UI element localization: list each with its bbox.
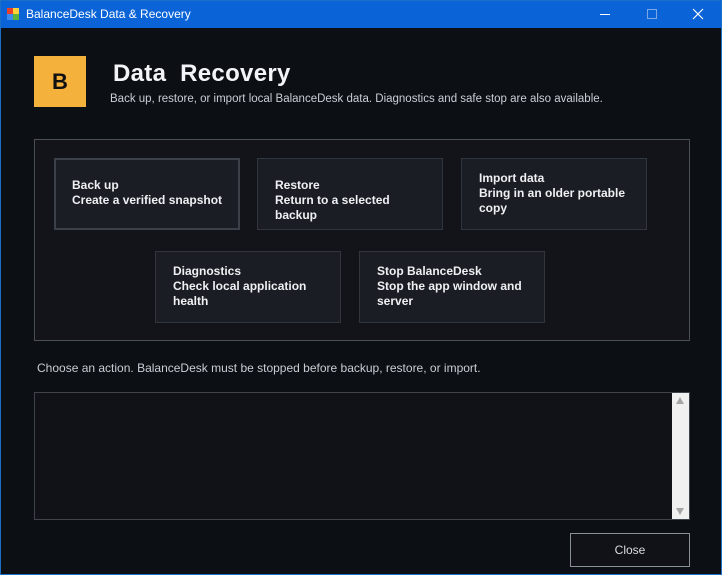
app-logo: B: [34, 56, 86, 107]
import-data-button-title: Import data: [479, 171, 545, 185]
backup-button-title: Back up: [72, 178, 119, 192]
restore-button[interactable]: Restore Return to a selected backup: [257, 158, 443, 230]
diagnostics-button-title: Diagnostics: [173, 264, 242, 278]
log-output[interactable]: [34, 392, 690, 520]
diagnostics-button-description: Check local application health: [173, 279, 307, 308]
stop-balancedesk-button-description: Stop the app window and server: [377, 279, 522, 308]
maximize-button[interactable]: [629, 1, 675, 28]
import-data-button[interactable]: Import data Bring in an older portable c…: [461, 158, 647, 230]
import-data-button-description: Bring in an older portable copy: [479, 186, 626, 215]
diagnostics-button[interactable]: Diagnostics Check local application heal…: [155, 251, 341, 323]
minimize-icon: [600, 14, 610, 15]
title-bar[interactable]: BalanceDesk Data & Recovery: [1, 1, 721, 28]
page-title: Data Recovery: [113, 60, 291, 87]
page-subtitle: Back up, restore, or import local Balanc…: [110, 93, 603, 105]
close-icon: [692, 8, 704, 20]
actions-panel: Back up Create a verified snapshot Resto…: [34, 139, 690, 341]
restore-button-title: Restore: [275, 178, 320, 192]
window-title: BalanceDesk Data & Recovery: [26, 7, 191, 21]
app-window-icon: [7, 8, 19, 20]
maximize-icon: [647, 9, 657, 19]
app-window: BalanceDesk Data & Recovery B Data Recov…: [0, 0, 722, 575]
close-window-button[interactable]: [675, 1, 721, 28]
backup-button-description: Create a verified snapshot: [72, 193, 223, 207]
status-message: Choose an action. BalanceDesk must be st…: [37, 361, 481, 375]
backup-button[interactable]: Back up Create a verified snapshot: [54, 158, 240, 230]
log-scrollbar[interactable]: [672, 393, 689, 519]
close-button[interactable]: Close: [570, 533, 690, 567]
stop-balancedesk-button[interactable]: Stop BalanceDesk Stop the app window and…: [359, 251, 545, 323]
restore-button-description: Return to a selected backup: [275, 193, 390, 222]
stop-balancedesk-button-title: Stop BalanceDesk: [377, 264, 482, 278]
minimize-button[interactable]: [582, 1, 628, 28]
scroll-up-arrow-icon[interactable]: [676, 397, 684, 404]
scroll-down-arrow-icon[interactable]: [676, 508, 684, 515]
